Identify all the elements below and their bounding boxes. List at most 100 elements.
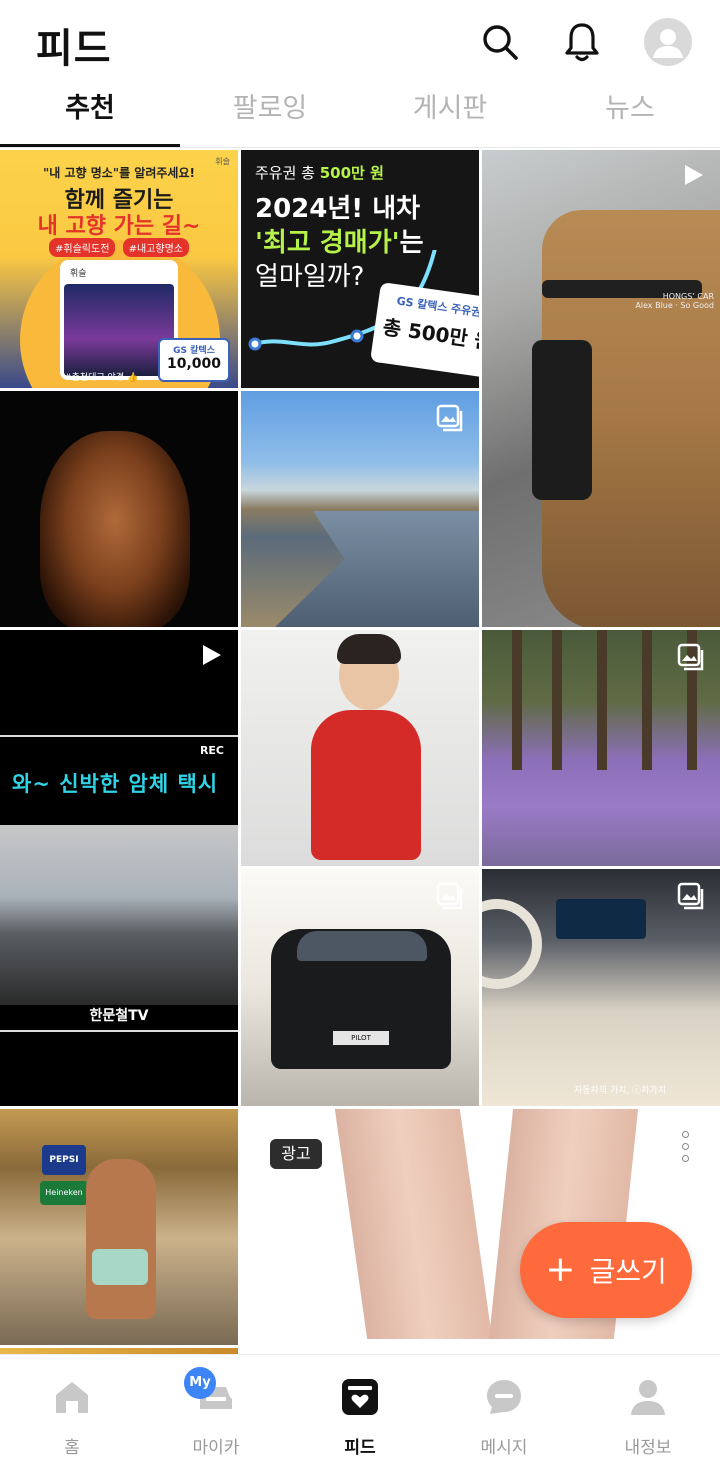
- toddler-hair: [337, 634, 401, 664]
- bottom-navigation: 홈 My 마이카 피드 메시지 내정보: [0, 1354, 720, 1468]
- pepsi-sign: PEPSI: [42, 1145, 86, 1175]
- car-grille: [532, 340, 592, 500]
- gallery-icon: [436, 882, 463, 910]
- feed-post-fitness-model[interactable]: PEPSI Heineken: [0, 1109, 238, 1345]
- tree-trunk: [512, 630, 522, 770]
- search-button[interactable]: [476, 18, 524, 66]
- post-headline: 2024년! 내차: [255, 194, 421, 224]
- river-image: [271, 511, 479, 627]
- tab-news[interactable]: 뉴스: [540, 84, 720, 148]
- tree-trunk: [552, 630, 562, 770]
- tab-label: 뉴스: [605, 93, 655, 124]
- infotainment-screen: [556, 899, 646, 939]
- video-play-icon: [685, 165, 703, 185]
- feed-post-toddler[interactable]: [241, 630, 479, 866]
- nav-label: 내정보: [624, 1438, 672, 1458]
- windshield: [297, 931, 427, 961]
- more-dot: [681, 1155, 689, 1162]
- tree-trunk: [642, 630, 652, 770]
- model-shorts: [92, 1249, 148, 1285]
- feed-post-car-interior[interactable]: 자동차의 가치, ⓒ차가치: [482, 869, 720, 1106]
- profile-avatar[interactable]: [644, 18, 692, 66]
- post-corner-label: 휘슬: [215, 157, 230, 166]
- page-title: 피드: [36, 26, 112, 72]
- watermark-line: HONGS’ CAR: [662, 292, 714, 301]
- post-tag: #휘슬릭도전: [49, 238, 116, 257]
- nav-feed[interactable]: 피드: [288, 1355, 432, 1468]
- toddler-outfit: [311, 710, 421, 860]
- sticker-brand: GS 칼텍스: [173, 346, 215, 356]
- user-placeholder-icon: [653, 29, 683, 58]
- post-watermark: HONGS’ CAR Alex Blue · So Good: [635, 292, 714, 310]
- post-headline-highlight: 내 고향 가는 길~: [37, 214, 201, 239]
- feed-post-auction-event[interactable]: 주유권 총 500만 원 2024년! 내차 '최고 경매가'는 얼마일까? G…: [241, 150, 479, 388]
- post-subtitle-prefix: 주유권 총: [255, 164, 320, 182]
- nav-mycar[interactable]: My 마이카: [144, 1355, 288, 1468]
- ad-image-leg: [334, 1109, 493, 1339]
- feed-post-lavender-forest[interactable]: [482, 630, 720, 866]
- tab-board[interactable]: 게시판: [360, 84, 540, 148]
- card-title: 휘슬: [70, 269, 87, 279]
- tab-label: 팔로잉: [232, 93, 308, 124]
- gallery-icon: [677, 882, 704, 910]
- tab-following[interactable]: 팔로잉: [180, 84, 360, 148]
- heineken-sign: Heineken: [40, 1181, 88, 1205]
- feed-tabs: 추천 팔로잉 게시판 뉴스: [0, 84, 720, 148]
- nav-label: 마이카: [192, 1438, 240, 1458]
- nav-profile[interactable]: 내정보: [576, 1355, 720, 1468]
- feed-post-car-video[interactable]: HONGS’ CAR Alex Blue · So Good: [482, 150, 720, 627]
- feed-icon: [342, 1379, 378, 1415]
- mycar-badge: My: [184, 1367, 216, 1399]
- tree-trunk: [597, 630, 607, 770]
- ad-more-button[interactable]: [680, 1131, 690, 1171]
- video-play-icon: [203, 645, 221, 665]
- nav-label: 피드: [344, 1438, 376, 1458]
- voucher-card: GS 칼텍스 주유권 총 500만 원: [370, 282, 479, 378]
- tab-recommended[interactable]: 추천: [0, 84, 180, 148]
- channel-name: 한문철TV: [89, 1008, 149, 1024]
- feed-post-honda-pilot[interactable]: PILOT: [241, 869, 479, 1106]
- post-watermark: 자동차의 가치, ⓒ차가치: [574, 1086, 667, 1096]
- write-post-label: 글쓰기: [589, 1255, 667, 1288]
- tab-label: 추천: [65, 93, 115, 124]
- write-post-button[interactable]: + 글쓰기: [520, 1222, 692, 1318]
- feed-post-taxi-video[interactable]: REC 와~ 신박한 암체 택시 한문철TV: [0, 630, 238, 1106]
- tab-label: 게시판: [412, 93, 488, 124]
- post-headline: 얼마일까?: [255, 262, 365, 292]
- app-header: 피드: [0, 0, 720, 84]
- nav-label: 홈: [64, 1438, 80, 1458]
- nav-home[interactable]: 홈: [0, 1355, 144, 1468]
- post-footer: #춘천대교 야경 👍: [64, 373, 139, 383]
- video-caption: 와~ 신박한 암체 택시: [12, 772, 219, 796]
- tabs-divider: [0, 147, 720, 148]
- feed-grid: "내 고향 명소"를 알려주세요! 함께 즐기는 내 고향 가는 길~ #휘슬릭…: [0, 150, 720, 1354]
- watermark-line: Alex Blue · So Good: [635, 301, 714, 310]
- steering-wheel: [482, 899, 542, 989]
- post-tag: #내고향명소: [122, 238, 189, 257]
- dashboard-scene: [0, 825, 238, 1005]
- search-icon: [483, 25, 518, 60]
- athlete-back-image: [40, 431, 190, 627]
- post-subtitle-highlight: 500만 원: [319, 164, 384, 182]
- bell-icon: [565, 23, 599, 62]
- post-text: "내 고향 명소"를 알려주세요!: [43, 166, 195, 180]
- reward-sticker: GS 칼텍스 10,000: [158, 338, 230, 382]
- feed-post-wetland[interactable]: [241, 391, 479, 627]
- more-dot: [681, 1143, 689, 1150]
- more-dot: [681, 1131, 689, 1138]
- post-headline-highlight: '최고 경매가': [255, 228, 400, 258]
- ad-badge: 광고: [270, 1139, 322, 1169]
- home-icon: [56, 1382, 88, 1413]
- post-subtitle: 주유권 총 500만 원: [255, 162, 384, 183]
- notification-button[interactable]: [558, 18, 606, 66]
- feed-post-bodybuilder[interactable]: [0, 391, 238, 627]
- gallery-icon: [436, 404, 463, 432]
- profile-icon: [631, 1380, 665, 1415]
- nav-label: 메시지: [480, 1438, 528, 1458]
- model-body: [86, 1159, 156, 1319]
- plus-icon: +: [545, 1249, 576, 1290]
- message-icon: [487, 1380, 521, 1414]
- nav-message[interactable]: 메시지: [432, 1355, 576, 1468]
- feed-post-hometown-event[interactable]: "내 고향 명소"를 알려주세요! 함께 즐기는 내 고향 가는 길~ #휘슬릭…: [0, 150, 238, 388]
- rec-label: REC: [199, 744, 224, 757]
